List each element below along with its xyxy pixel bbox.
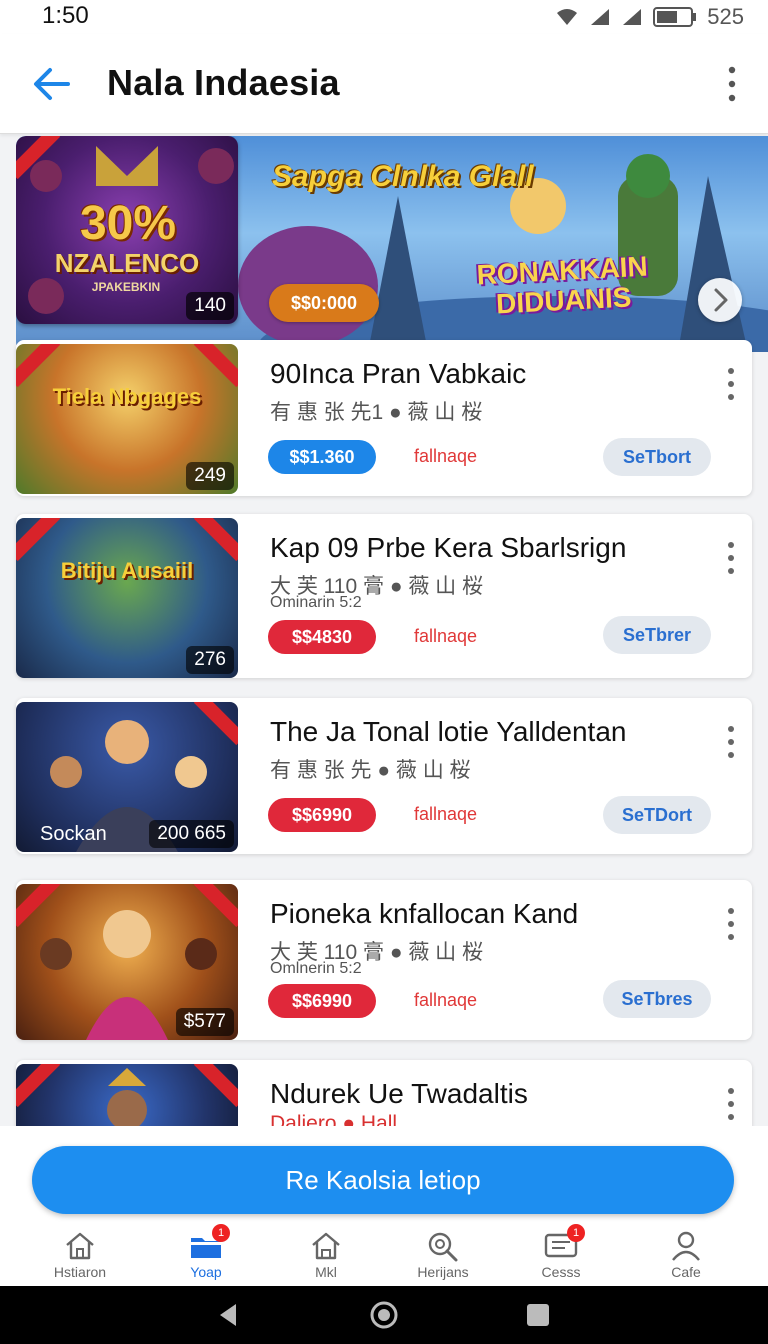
chevron-right-icon[interactable] xyxy=(698,278,742,322)
status-icons: 525 xyxy=(555,4,744,30)
price-badge[interactable]: $$4830 xyxy=(268,620,376,654)
nav-label: Yoap xyxy=(190,1264,222,1280)
action-button[interactable]: SeTbres xyxy=(603,980,711,1018)
hero-promo-name: NZALENCO xyxy=(54,248,200,278)
more-options-icon[interactable] xyxy=(724,724,738,760)
card-title: Ndurek Ue Twadaltis xyxy=(270,1078,528,1109)
thumbnail-count-badge: $577 xyxy=(175,1008,234,1036)
nav-item-messages[interactable]: 1 Cesss xyxy=(511,1222,611,1286)
system-navigation-bar xyxy=(0,1286,768,1344)
action-button[interactable]: SeTbrer xyxy=(603,616,711,654)
signal-icon-2 xyxy=(623,9,642,25)
hero-subtitle: RONAKKAIN DIDUANIS xyxy=(475,250,649,320)
nav-item-search[interactable]: Herijans xyxy=(393,1222,493,1286)
hero-title: Sapga Clnlka Glall xyxy=(272,160,534,193)
folder-icon: 1 xyxy=(188,1224,230,1262)
thumbnail-count-badge: 249 xyxy=(186,462,234,490)
card-title: Pioneka knfallocan Kand xyxy=(270,898,579,929)
status-time: 1:50 xyxy=(42,2,89,29)
status-text: fallnaqe xyxy=(414,804,478,824)
app-bar: Nala Indaesia xyxy=(0,34,768,134)
search-gear-icon xyxy=(425,1230,461,1262)
primary-cta-button[interactable]: Re Kaolsia letiop xyxy=(32,1146,734,1214)
person-icon xyxy=(668,1230,704,1262)
corner-ribbon xyxy=(16,518,61,562)
system-home-icon[interactable] xyxy=(369,1300,399,1330)
card-title: Kap 09 Prbe Kera Sbarlsrign xyxy=(270,532,627,563)
thumbnail-count-badge: 276 xyxy=(186,646,234,674)
corner-ribbon xyxy=(16,344,61,388)
system-recents-icon[interactable] xyxy=(523,1300,553,1330)
list-item[interactable]: Sockan 200 665 The Ja Tonal lotie Yallde… xyxy=(16,698,752,854)
card-meta: 有 惠 张 先1 ● 薇 山 桜 xyxy=(270,401,483,424)
page-title: Nala Indaesia xyxy=(107,62,340,103)
nav-item-folder[interactable]: 1 Yoap xyxy=(156,1222,256,1286)
price-badge[interactable]: $$6990 xyxy=(268,798,376,832)
card-meta: 有 惠 张 先 ● 薇 山 桜 xyxy=(270,759,471,782)
nav-label: Cafe xyxy=(671,1264,701,1280)
game-thumbnail[interactable]: Sockan 200 665 xyxy=(16,702,238,852)
list-item[interactable]: Bitiju Ausaiil 276 Kap 09 Prbe Kera Sbar… xyxy=(16,514,752,678)
game-thumbnail[interactable] xyxy=(16,1064,238,1126)
price-badge[interactable]: $$1.360 xyxy=(268,440,376,474)
battery-level: 525 xyxy=(707,4,744,29)
system-back-icon[interactable] xyxy=(214,1300,244,1330)
signal-icon xyxy=(591,9,610,25)
bottom-navigation: Hstiaron 1 Yoap Mkl Herijans 1 Cesss Caf… xyxy=(0,1222,768,1286)
hero-price-badge[interactable]: $$0:000 xyxy=(269,284,379,322)
price-badge[interactable]: $$6990 xyxy=(268,984,376,1018)
action-button[interactable]: SeTDort xyxy=(603,796,711,834)
game-thumbnail[interactable]: Bitiju Ausaiil 276 xyxy=(16,518,238,678)
status-bar: 1:50 525 xyxy=(0,0,768,34)
nav-label: Cesss xyxy=(541,1264,581,1280)
game-thumbnail[interactable]: $577 xyxy=(16,884,238,1040)
back-arrow-icon[interactable] xyxy=(30,64,74,104)
list-item[interactable]: Tiela Nbgages 249 90Inca Pran Vabkaic 有 … xyxy=(16,340,752,496)
more-options-icon[interactable] xyxy=(724,1086,738,1122)
card-title: 90Inca Pran Vabkaic xyxy=(270,358,527,389)
thumbnail-title: Bitiju Ausaiil xyxy=(60,558,194,583)
nav-item-profile[interactable]: Cafe xyxy=(636,1222,736,1286)
notification-badge: 1 xyxy=(212,1224,230,1242)
status-text: fallnaqe xyxy=(414,990,478,1010)
card-title: The Ja Tonal lotie Yalldentan xyxy=(270,716,627,747)
list-item[interactable]: $577 Pioneka knfallocan Kand 大 芙 110 膏 ●… xyxy=(16,880,752,1040)
list-item[interactable]: Ndurek Ue Twadaltis Daliero ● Hall xyxy=(16,1060,752,1126)
hero-count-badge: 140 xyxy=(186,292,234,320)
card-meta: Daliero ● Hall xyxy=(270,1112,398,1126)
more-options-icon[interactable] xyxy=(724,540,738,576)
thumbnail-count-badge: 200 665 xyxy=(149,820,234,848)
status-text: fallnaqe xyxy=(414,446,478,466)
more-options-icon[interactable] xyxy=(724,366,738,402)
card-subtitle: Omlnerin 5:2 xyxy=(270,960,362,977)
overflow-menu-icon[interactable] xyxy=(722,64,742,104)
home-icon xyxy=(62,1230,98,1262)
corner-ribbon xyxy=(193,518,238,562)
action-button[interactable]: SeTbort xyxy=(603,438,711,476)
thumbnail-label: Sockan xyxy=(40,823,107,845)
nav-item-home-outline[interactable]: Mkl xyxy=(276,1222,376,1286)
home-outline-icon xyxy=(308,1230,344,1262)
hero-banner[interactable]: 30% NZALENCO JPAKEBKIN 140 Sapga Clnlka … xyxy=(16,136,768,352)
nav-label: Hstiaron xyxy=(53,1264,107,1280)
nav-item-home[interactable]: Hstiaron xyxy=(30,1222,130,1286)
content-scroll[interactable]: 30% NZALENCO JPAKEBKIN 140 Sapga Clnlka … xyxy=(0,134,768,1126)
hero-promo-thumb[interactable]: 30% NZALENCO JPAKEBKIN 140 xyxy=(16,136,238,324)
more-options-icon[interactable] xyxy=(724,906,738,942)
wifi-icon xyxy=(557,9,578,25)
card-subtitle: Ominarin 5:2 xyxy=(270,594,362,611)
hero-promo-percent: 30% xyxy=(79,197,177,250)
corner-ribbon xyxy=(193,344,238,388)
nav-label: Herijans xyxy=(417,1264,469,1280)
thumbnail-title: Tiela Nbgages xyxy=(52,384,202,409)
status-text: fallnaqe xyxy=(414,626,478,646)
game-thumbnail[interactable]: Tiela Nbgages 249 xyxy=(16,344,238,494)
battery-icon xyxy=(653,7,697,27)
nav-label: Mkl xyxy=(315,1264,337,1280)
message-icon: 1 xyxy=(543,1224,585,1262)
notification-badge: 1 xyxy=(567,1224,585,1242)
